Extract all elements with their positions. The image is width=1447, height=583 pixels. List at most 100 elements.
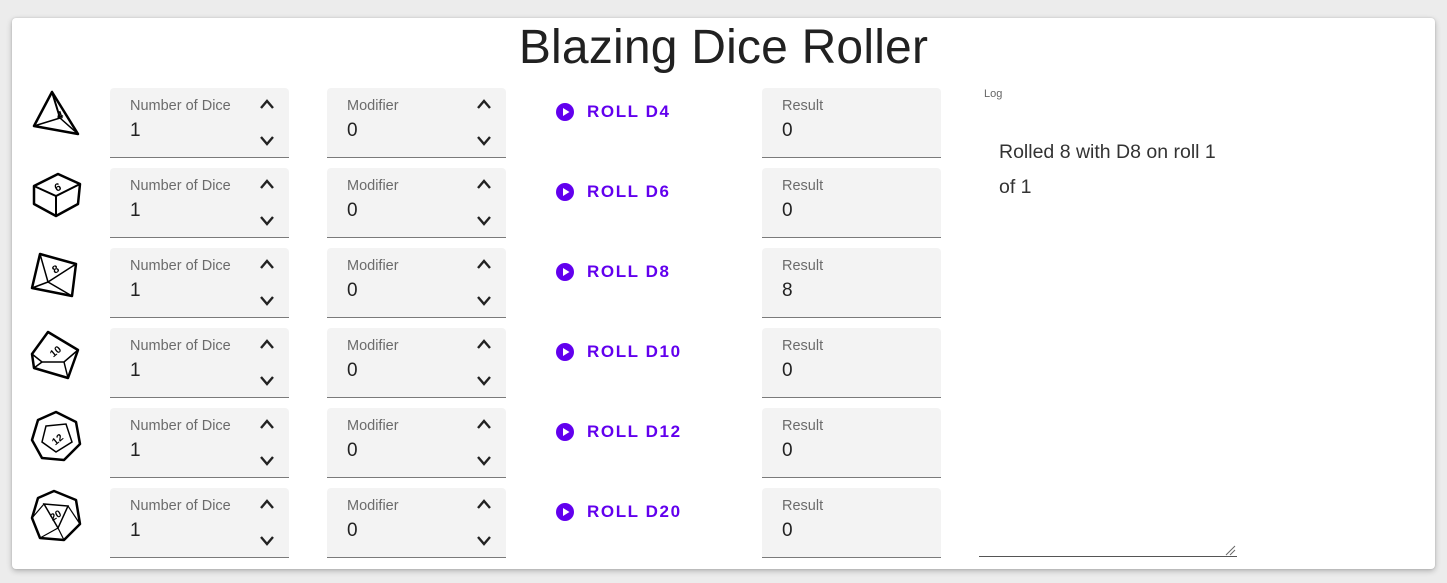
- result-value: 0: [782, 200, 793, 221]
- roll-d6-button[interactable]: ROLL D6: [545, 174, 681, 210]
- chevron-down-icon[interactable]: [257, 533, 277, 549]
- chevron-up-icon[interactable]: [474, 96, 494, 112]
- modifier-label: Modifier: [347, 338, 399, 354]
- page-title: Blazing Dice Roller: [518, 21, 929, 74]
- modifier-value[interactable]: 0: [347, 280, 358, 302]
- chevron-down-icon[interactable]: [474, 133, 494, 149]
- number-of-dice-value[interactable]: 1: [130, 360, 141, 382]
- chevron-up-icon[interactable]: [257, 96, 277, 112]
- d6-icon: 6: [32, 172, 82, 218]
- chevron-up-icon[interactable]: [474, 336, 494, 352]
- number-of-dice-value[interactable]: 1: [130, 200, 141, 222]
- chevron-down-icon[interactable]: [257, 373, 277, 389]
- result-value: 8: [782, 280, 793, 301]
- chevron-up-icon[interactable]: [257, 256, 277, 272]
- number-of-dice-field[interactable]: Number of Dice 1: [110, 248, 289, 318]
- chevron-up-icon[interactable]: [257, 336, 277, 352]
- modifier-value[interactable]: 0: [347, 360, 358, 382]
- d10-icon: 10: [30, 330, 80, 380]
- roll-button-label: ROLL D12: [587, 422, 682, 441]
- number-of-dice-field[interactable]: Number of Dice 1: [110, 408, 289, 478]
- dice-row-d8: 8 Number of Dice 1 Modifier 0 ROLL D8 Result 8: [0, 248, 960, 318]
- modifier-value[interactable]: 0: [347, 200, 358, 222]
- modifier-label: Modifier: [347, 258, 399, 274]
- chevron-down-icon[interactable]: [474, 213, 494, 229]
- modifier-field[interactable]: Modifier 0: [327, 88, 506, 158]
- modifier-field[interactable]: Modifier 0: [327, 488, 506, 558]
- svg-text:6: 6: [53, 181, 64, 194]
- d8-icon: 8: [30, 252, 78, 298]
- number-of-dice-value[interactable]: 1: [130, 520, 141, 542]
- result-label: Result: [782, 498, 824, 514]
- chevron-up-icon[interactable]: [257, 496, 277, 512]
- number-of-dice-label: Number of Dice: [130, 258, 231, 274]
- result-field: Result 0: [762, 168, 941, 238]
- modifier-label: Modifier: [347, 498, 399, 514]
- play-circle-icon: [555, 102, 587, 122]
- chevron-up-icon[interactable]: [474, 256, 494, 272]
- result-field: Result 0: [762, 88, 941, 158]
- result-value: 0: [782, 440, 793, 461]
- number-of-dice-field[interactable]: Number of Dice 1: [110, 328, 289, 398]
- roll-button-label: ROLL D20: [587, 502, 682, 521]
- modifier-value[interactable]: 0: [347, 520, 358, 542]
- number-of-dice-field[interactable]: Number of Dice 1: [110, 168, 289, 238]
- result-field: Result 0: [762, 328, 941, 398]
- modifier-field[interactable]: Modifier 0: [327, 248, 506, 318]
- play-circle-icon: [555, 182, 587, 202]
- chevron-down-icon[interactable]: [257, 293, 277, 309]
- number-of-dice-label: Number of Dice: [130, 178, 231, 194]
- roll-button-label: ROLL D8: [587, 262, 671, 281]
- modifier-label: Modifier: [347, 418, 399, 434]
- number-of-dice-label: Number of Dice: [130, 498, 231, 514]
- chevron-down-icon[interactable]: [257, 133, 277, 149]
- roll-d20-button[interactable]: ROLL D20: [545, 494, 692, 530]
- chevron-down-icon[interactable]: [474, 373, 494, 389]
- result-field: Result 0: [762, 488, 941, 558]
- result-label: Result: [782, 418, 824, 434]
- number-of-dice-value[interactable]: 1: [130, 440, 141, 462]
- result-field: Result 8: [762, 248, 941, 318]
- result-label: Result: [782, 178, 824, 194]
- log-underline: [979, 556, 1237, 557]
- chevron-up-icon[interactable]: [257, 416, 277, 432]
- modifier-field[interactable]: Modifier 0: [327, 168, 506, 238]
- modifier-value[interactable]: 0: [347, 440, 358, 462]
- roll-button-label: ROLL D4: [587, 102, 671, 121]
- chevron-down-icon[interactable]: [474, 453, 494, 469]
- play-circle-icon: [555, 342, 587, 362]
- result-value: 0: [782, 120, 793, 141]
- result-label: Result: [782, 258, 824, 274]
- chevron-up-icon[interactable]: [474, 416, 494, 432]
- roll-d12-button[interactable]: ROLL D12: [545, 414, 692, 450]
- dice-row-d4: 4 Number of Dice 1 Modifier 0 ROLL D4 Result 0: [0, 88, 960, 158]
- chevron-down-icon[interactable]: [257, 213, 277, 229]
- chevron-up-icon[interactable]: [474, 176, 494, 192]
- result-label: Result: [782, 98, 824, 114]
- modifier-value[interactable]: 0: [347, 120, 358, 142]
- chevron-down-icon[interactable]: [474, 533, 494, 549]
- svg-text:12: 12: [50, 432, 66, 448]
- number-of-dice-label: Number of Dice: [130, 418, 231, 434]
- number-of-dice-value[interactable]: 1: [130, 280, 141, 302]
- chevron-down-icon[interactable]: [474, 293, 494, 309]
- number-of-dice-value[interactable]: 1: [130, 120, 141, 142]
- play-circle-icon: [555, 262, 587, 282]
- roll-d10-button[interactable]: ROLL D10: [545, 334, 692, 370]
- modifier-field[interactable]: Modifier 0: [327, 408, 506, 478]
- modifier-field[interactable]: Modifier 0: [327, 328, 506, 398]
- resize-handle-icon[interactable]: [1224, 544, 1236, 556]
- number-of-dice-label: Number of Dice: [130, 98, 231, 114]
- chevron-down-icon[interactable]: [257, 453, 277, 469]
- svg-text:10: 10: [48, 344, 64, 360]
- number-of-dice-field[interactable]: Number of Dice 1: [110, 88, 289, 158]
- chevron-up-icon[interactable]: [257, 176, 277, 192]
- log-textarea[interactable]: Rolled 8 with D8 on roll 1 of 1: [999, 135, 1229, 205]
- chevron-up-icon[interactable]: [474, 496, 494, 512]
- roll-d4-button[interactable]: ROLL D4: [545, 94, 681, 130]
- result-value: 0: [782, 520, 793, 541]
- d20-icon: 20: [30, 489, 82, 542]
- roll-d8-button[interactable]: ROLL D8: [545, 254, 681, 290]
- number-of-dice-field[interactable]: Number of Dice 1: [110, 488, 289, 558]
- dice-row-d6: 6 Number of Dice 1 Modifier 0 ROLL D6 Result 0: [0, 168, 960, 238]
